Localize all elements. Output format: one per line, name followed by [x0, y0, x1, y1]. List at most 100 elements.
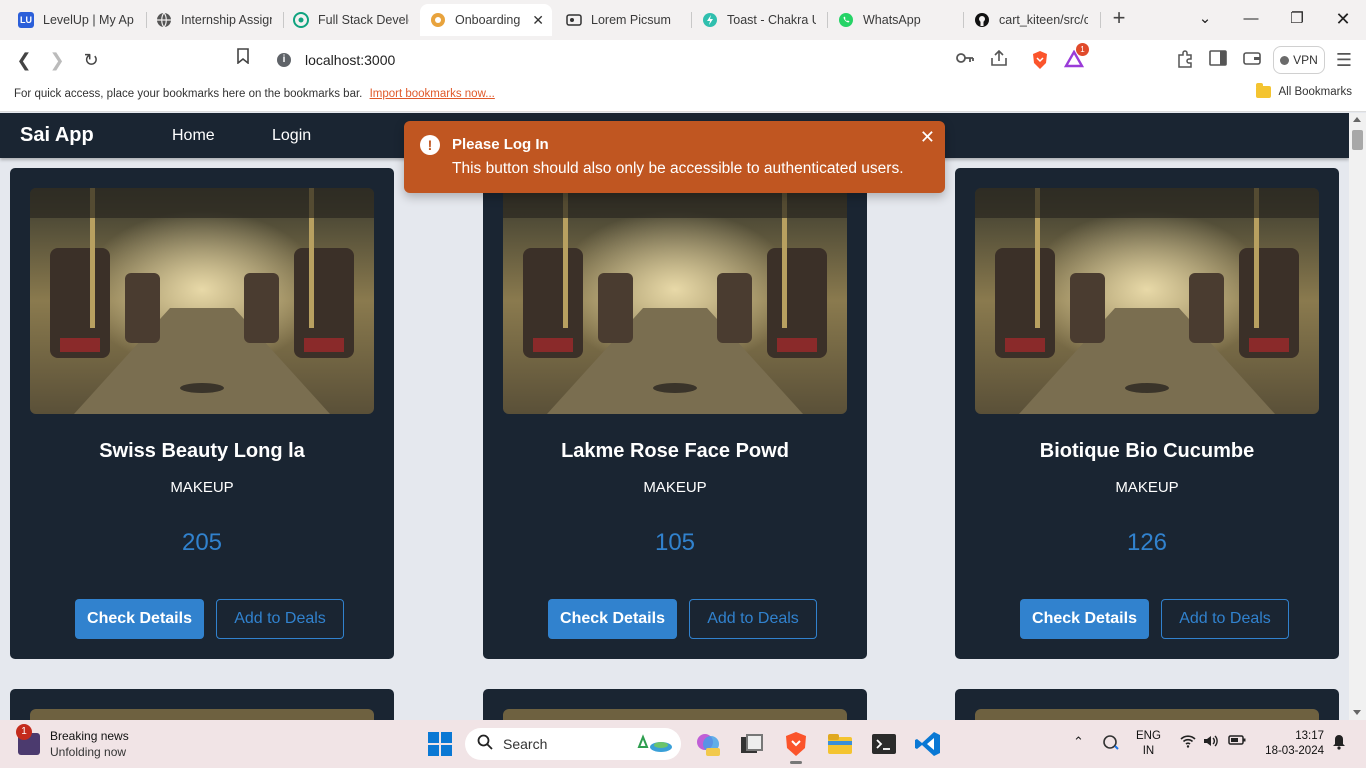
tab-levelup[interactable]: LU LevelUp | My App — [8, 6, 144, 34]
bookmark-icon[interactable] — [231, 48, 255, 72]
restore-icon[interactable]: ❐ — [1284, 6, 1310, 32]
scroll-up-arrow-icon[interactable] — [1353, 117, 1361, 122]
product-category: MAKEUP — [643, 479, 707, 496]
nav-home-link[interactable]: Home — [172, 127, 215, 145]
menu-icon[interactable]: ☰ — [1334, 50, 1354, 70]
product-card — [10, 689, 394, 720]
product-price: 105 — [654, 529, 696, 556]
product-category: MAKEUP — [170, 479, 234, 496]
close-window-icon[interactable]: ✕ — [1330, 6, 1356, 32]
sidebar-icon[interactable] — [1208, 50, 1228, 70]
tab-lorem-picsum[interactable]: Lorem Picsum — [556, 6, 690, 34]
levelup-icon: LU — [18, 12, 34, 28]
check-details-button[interactable]: Check Details — [75, 599, 204, 639]
bookmarks-hint: For quick access, place your bookmarks h… — [14, 88, 363, 100]
brand-logo[interactable]: Sai App — [20, 124, 94, 147]
page-viewport: Sai App Home Login Swiss Beauty Long la … — [0, 113, 1349, 720]
windows-start-icon[interactable] — [426, 730, 454, 758]
product-image — [975, 188, 1319, 414]
folder-icon — [1255, 83, 1271, 98]
reload-icon[interactable]: ↻ — [79, 48, 103, 72]
share-icon[interactable] — [989, 49, 1009, 70]
task-view-icon[interactable] — [738, 730, 766, 758]
terminal-icon[interactable] — [870, 730, 898, 758]
product-title: Lakme Rose Face Powd — [561, 440, 789, 462]
windows-taskbar: 1 Breaking news Unfolding now Search ⌃ E… — [0, 720, 1366, 768]
copilot-icon[interactable] — [694, 730, 722, 758]
product-price: 205 — [181, 529, 223, 556]
clock-time: 13:17 — [1295, 730, 1324, 742]
extensions-icon[interactable] — [1175, 50, 1195, 70]
check-details-button[interactable]: Check Details — [1020, 599, 1149, 639]
tab-onboarding[interactable]: Onboarding ✕ — [420, 4, 552, 36]
browser-tab-strip: LU LevelUp | My App Internship Assignmen… — [0, 0, 1366, 40]
chakra-icon — [702, 12, 718, 28]
taskbar-search[interactable]: Search — [465, 728, 681, 760]
login-warning-toast: ! Please Log In This button should also … — [404, 121, 945, 193]
vscode-icon[interactable] — [914, 730, 942, 758]
tab-fullstack[interactable]: Full Stack Developer — [283, 6, 419, 34]
tab-search-chevron-icon[interactable]: ⌄ — [1192, 6, 1218, 32]
onboarding-icon — [430, 12, 446, 28]
new-tab-button[interactable]: + — [1108, 7, 1130, 30]
wifi-icon[interactable] — [1180, 734, 1196, 751]
wallet-icon[interactable] — [1242, 50, 1262, 70]
add-to-deals-button[interactable]: Add to Deals — [216, 599, 344, 639]
image-icon — [566, 12, 582, 28]
tab-chakra-toast[interactable]: Toast - Chakra UI — [692, 6, 826, 34]
close-icon[interactable]: ✕ — [920, 128, 935, 146]
volume-icon[interactable] — [1203, 734, 1219, 751]
url-text: localhost:3000 — [305, 52, 396, 68]
bookmarks-bar: For quick access, place your bookmarks h… — [0, 80, 1366, 112]
nav-login-link[interactable]: Login — [272, 127, 311, 145]
tab-whatsapp[interactable]: WhatsApp — [828, 6, 962, 34]
recycle-icon — [633, 731, 673, 758]
close-tab-icon[interactable]: ✕ — [532, 12, 544, 29]
news-widget[interactable]: 1 Breaking news Unfolding now — [16, 724, 129, 760]
product-card: Lakme Rose Face Powd MAKEUP 105 Check De… — [483, 168, 867, 659]
add-to-deals-button[interactable]: Add to Deals — [1161, 599, 1289, 639]
forward-arrow-icon[interactable]: ❯ — [45, 48, 69, 72]
scroll-thumb[interactable] — [1352, 130, 1363, 150]
news-subtitle: Unfolding now — [50, 745, 127, 759]
browser-toolbar: ❮ ❯ ↻ i localhost:3000 1 VPN ☰ — [0, 40, 1366, 80]
tab-internship[interactable]: Internship Assignment — [146, 6, 282, 34]
tab-github[interactable]: cart_kiteen/src/co — [964, 6, 1098, 34]
github-icon — [974, 12, 990, 28]
minimize-icon[interactable]: — — [1238, 6, 1264, 32]
globe-icon — [156, 12, 172, 28]
news-title: Breaking news — [50, 729, 129, 743]
toast-title: Please Log In — [452, 136, 549, 153]
network-sync-icon[interactable] — [1102, 734, 1120, 753]
warning-icon: ! — [420, 135, 440, 155]
product-image — [30, 709, 374, 720]
scroll-down-arrow-icon[interactable] — [1353, 710, 1361, 715]
site-info-icon[interactable]: i — [277, 53, 291, 67]
product-card — [483, 689, 867, 720]
notification-bell-icon[interactable] — [1332, 734, 1346, 753]
chevron-up-icon[interactable]: ⌃ — [1073, 734, 1084, 750]
page-scrollbar[interactable] — [1349, 113, 1366, 720]
add-to-deals-button[interactable]: Add to Deals — [689, 599, 817, 639]
vpn-status-icon — [1280, 55, 1290, 65]
product-card — [955, 689, 1339, 720]
brave-browser-icon[interactable] — [782, 730, 810, 764]
all-bookmarks-button[interactable]: All Bookmarks — [1255, 83, 1352, 98]
vpn-button[interactable]: VPN — [1273, 46, 1325, 74]
product-image — [503, 709, 847, 720]
battery-icon[interactable] — [1228, 734, 1246, 749]
taskbar-clock[interactable]: 13:17 18-03-2024 — [1258, 729, 1324, 759]
clock-date: 18-03-2024 — [1265, 745, 1324, 757]
file-explorer-icon[interactable] — [826, 730, 854, 758]
brave-rewards-icon[interactable]: 1 — [1063, 43, 1089, 70]
back-arrow-icon[interactable]: ❮ — [12, 48, 36, 72]
language-indicator[interactable]: ENG IN — [1136, 729, 1161, 759]
key-icon[interactable] — [955, 50, 975, 70]
product-category: MAKEUP — [1115, 479, 1179, 496]
product-image — [975, 709, 1319, 720]
check-details-button[interactable]: Check Details — [548, 599, 677, 639]
product-price: 126 — [1126, 529, 1168, 556]
import-bookmarks-link[interactable]: Import bookmarks now... — [370, 88, 495, 100]
product-image — [30, 188, 374, 414]
brave-shields-icon[interactable] — [1030, 50, 1050, 70]
